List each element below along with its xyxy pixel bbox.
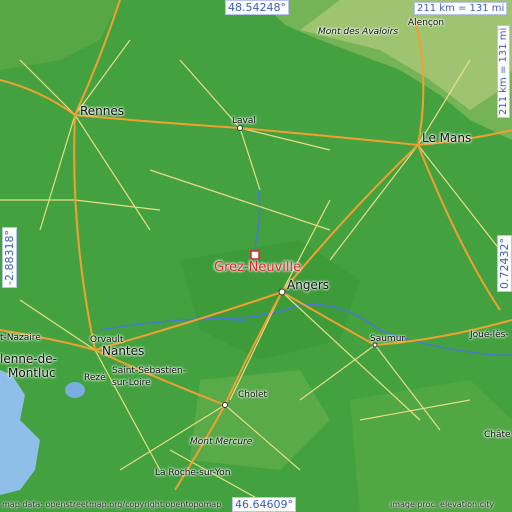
bottom-latitude-label: 46.64609° <box>232 497 296 512</box>
city-saint-nazaire: t-Nazaire <box>0 333 41 343</box>
scale-horizontal: 211 km = 131 mi <box>414 2 508 15</box>
left-longitude-label: -2.88318° <box>2 227 17 288</box>
city-montluc: Montluc <box>8 366 56 380</box>
city-joue: Joué-lès- <box>470 330 509 340</box>
city-laval: Laval <box>232 116 256 126</box>
attribution-right: image proc. elevation.city <box>390 500 495 509</box>
place-name-label: Grez-Neuville <box>214 260 302 275</box>
peak-mont-mercure: Mont Mercure <box>190 437 253 447</box>
scale-vertical: 211 km = 131 mi <box>497 24 510 118</box>
city-reze: Rezé <box>84 373 106 383</box>
city-le-mans: Le Mans <box>422 131 472 145</box>
attribution-left-suffix: opentopomap <box>165 500 222 509</box>
attribution-left-text: map data: openstreetmap.org/copyright <box>2 500 163 509</box>
city-saint-sebastien-line2: sur-Loire <box>112 378 151 388</box>
city-angers: Angers <box>287 278 329 292</box>
city-chateau: Châte <box>484 430 511 440</box>
city-alencon: Alençon <box>408 18 445 28</box>
city-nantes: Nantes <box>102 344 145 358</box>
right-longitude-label: 0.72432° <box>497 235 512 292</box>
city-blain: lenne-de- <box>0 352 57 366</box>
top-latitude-label: 48.54248° <box>225 0 289 15</box>
map-view[interactable]: 48.54248° 46.64609° -2.88318° 0.72432° 2… <box>0 0 512 512</box>
city-la-roche-sur-yon: La Roche-sur-Yon <box>155 468 231 478</box>
city-saint-sebastien-line1: Saint-Sébastien- <box>112 366 186 376</box>
peak-mont-des-avaloirs: Mont des Avaloirs <box>318 27 399 37</box>
attribution-left: map data: openstreetmap.org/copyright op… <box>2 500 221 509</box>
city-orvault: Orvault <box>90 335 124 345</box>
city-rennes: Rennes <box>80 104 125 118</box>
city-saumur: Saumur <box>370 334 406 344</box>
map-canvas <box>0 0 512 512</box>
city-cholet: Cholet <box>238 390 268 400</box>
